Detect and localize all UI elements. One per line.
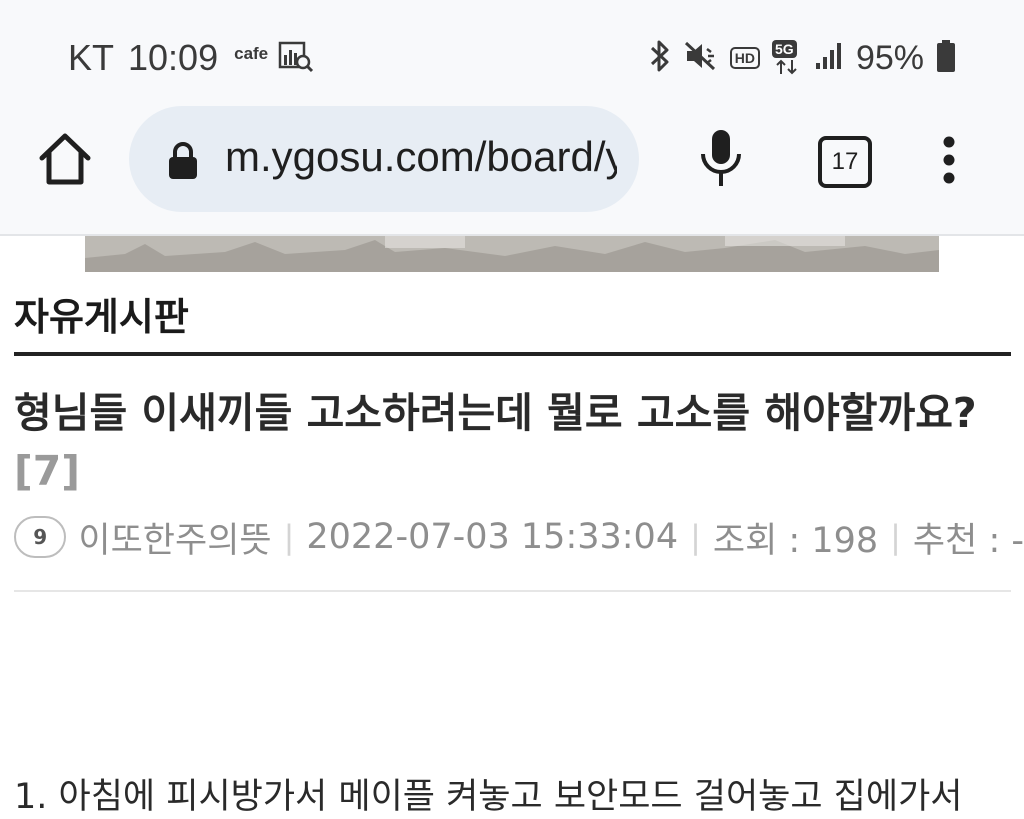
microphone-icon [701, 130, 741, 186]
lock-icon [167, 142, 199, 180]
post-meta: 9 이또한주의뜻 | 2022-07-03 15:33:04 | 조회 : 19… [14, 512, 1024, 562]
battery-percent: 95% [855, 38, 924, 77]
post-title-text: 형님들 이새끼들 고소하려는데 뭘로 고소를 해야할까요? [14, 389, 977, 437]
status-left: KT 10:09 cafe [68, 36, 314, 80]
meta-separator: | [283, 518, 295, 556]
author-level-badge: 9 [14, 516, 67, 558]
address-bar[interactable]: m.ygosu.com/board/yeobgi/... [129, 106, 639, 212]
view-count: 조회 : 198 [712, 520, 879, 561]
comment-count[interactable]: [7] [14, 447, 80, 495]
recommend-count: 추천 : - [912, 520, 1024, 561]
tab-switcher-button[interactable]: 17 [818, 136, 872, 188]
author-name[interactable]: 이또한주의뜻 [78, 512, 271, 563]
browser-toolbar: m.ygosu.com/board/yeobgi/... 17 [0, 100, 1024, 236]
city-silhouette-image [85, 236, 939, 272]
voice-search-button[interactable] [698, 128, 744, 190]
mute-icon [684, 39, 718, 77]
tab-count: 17 [831, 148, 859, 175]
meta-separator: | [690, 518, 701, 556]
status-right: HD 5G 95% [648, 36, 956, 80]
signal-strength-icon [814, 41, 844, 75]
status-bar: KT 10:09 cafe HD 5G 95% [0, 0, 1024, 100]
more-vert-icon [943, 136, 955, 184]
network-type-label: 5G [771, 40, 797, 58]
url-text[interactable]: m.ygosu.com/board/yeobgi/... [225, 133, 617, 181]
header-banner-image [85, 236, 939, 272]
meta-divider [14, 590, 1011, 592]
cafe-notification-label: cafe [234, 44, 269, 63]
carrier-label: KT [68, 37, 115, 78]
post-body-line: 1. 아침에 피시방가서 메이플 켜놓고 보안모드 걸어놓고 집에가서 [14, 777, 963, 817]
home-button[interactable] [36, 130, 94, 188]
meta-separator: | [890, 518, 901, 556]
network-5g-icon: 5G [771, 40, 802, 76]
bluetooth-icon [648, 39, 672, 77]
hd-voice-badge: HD [729, 47, 760, 69]
analytics-icon [278, 39, 314, 77]
home-icon [39, 133, 91, 185]
post-datetime: 2022-07-03 15:33:04 [306, 517, 679, 557]
board-title-divider [14, 352, 1011, 356]
battery-icon [936, 39, 956, 77]
board-title[interactable]: 자유게시판 [14, 286, 189, 341]
post-title: 형님들 이새끼들 고소하려는데 뭘로 고소를 해야할까요? [7] [14, 384, 1014, 500]
clock: 10:09 [128, 37, 219, 78]
more-menu-button[interactable] [940, 136, 958, 184]
